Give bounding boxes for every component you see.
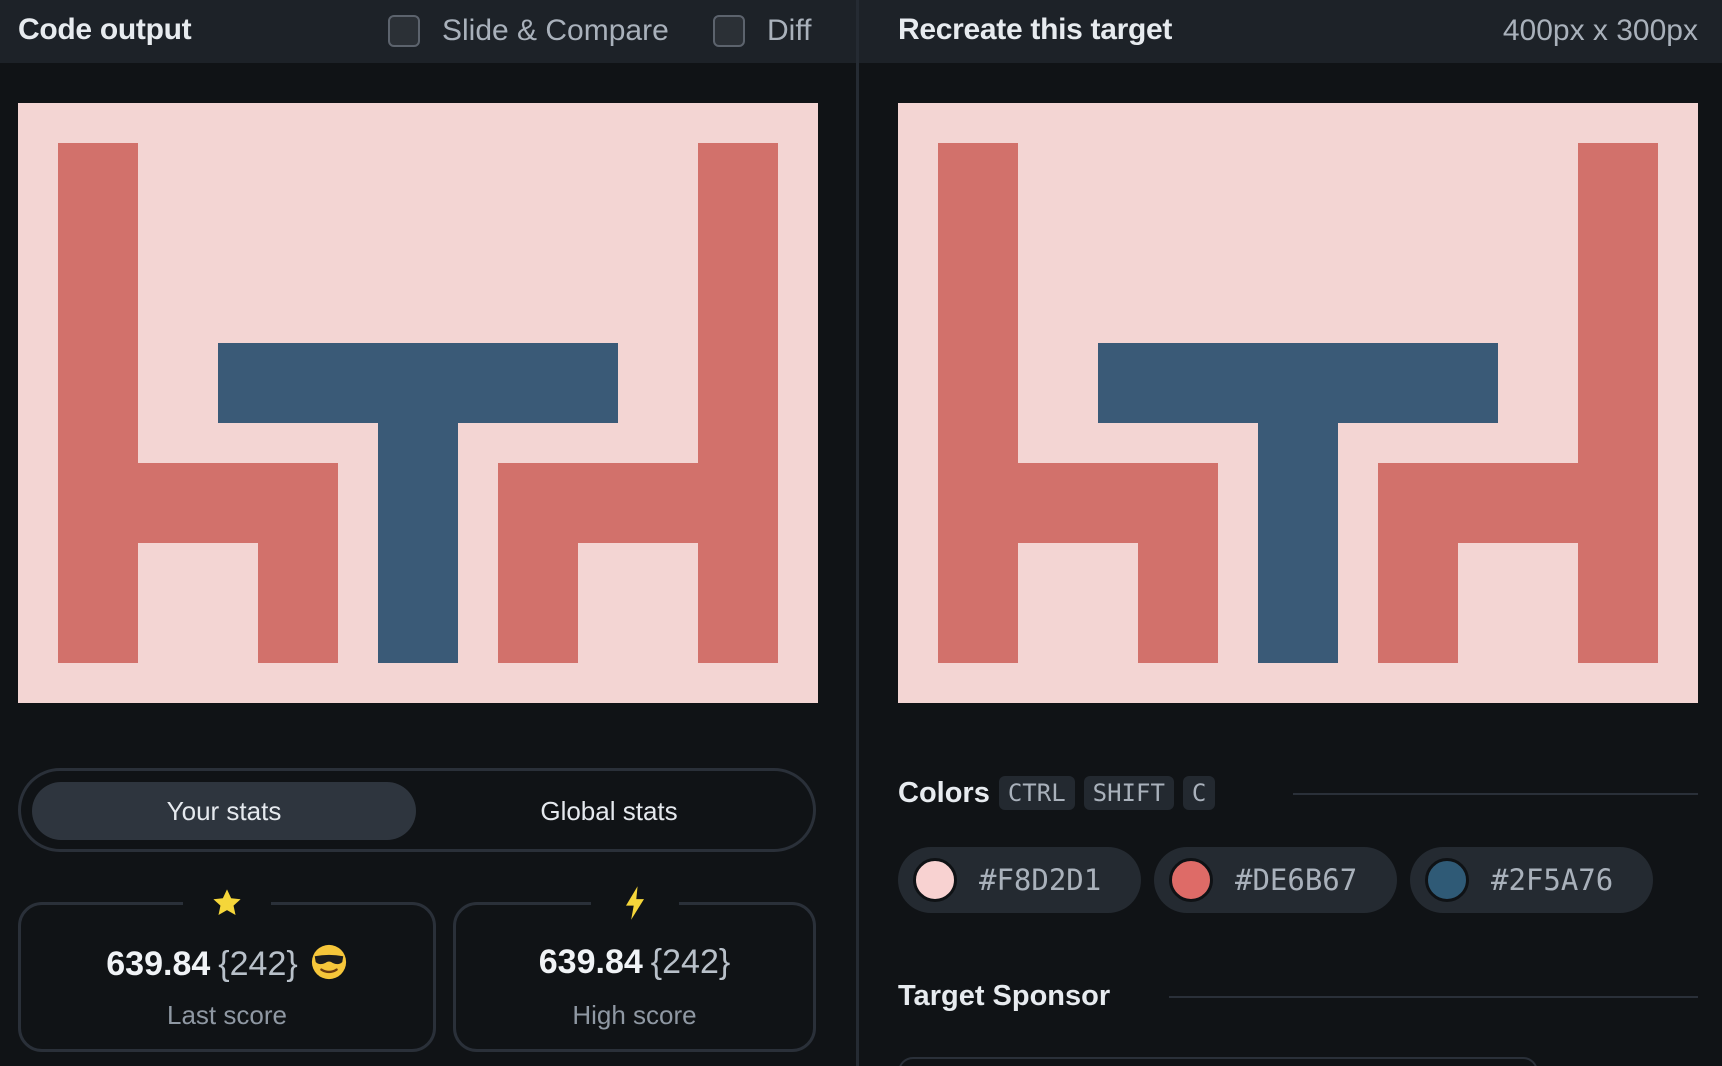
slide-compare-toggle[interactable]: Slide & Compare xyxy=(388,14,669,48)
left-chair-front-leg xyxy=(1138,463,1218,663)
high-score-card: 639.84 {242} High score xyxy=(453,881,816,1052)
color-dot xyxy=(1425,858,1469,902)
shortcut-key-ctrl: CTRL xyxy=(998,776,1075,810)
shortcut-key-shift: SHIFT xyxy=(1083,776,1174,810)
last-score-card: 639.84 {242} Last score xyxy=(18,881,436,1052)
target-panel: Recreate this target 400px x 300px Color… xyxy=(859,0,1722,1066)
right-chair-front-leg xyxy=(498,463,578,663)
last-score-value: 639.84 xyxy=(106,945,211,983)
code-output-title: Code output xyxy=(18,13,192,46)
last-score-row: 639.84 {242} xyxy=(21,943,433,986)
color-swatch[interactable]: #2F5A76 xyxy=(1410,847,1653,913)
last-score-count: {242} xyxy=(218,945,298,983)
colors-heading-row: Colors CTRL SHIFT C xyxy=(898,776,1216,810)
sunglasses-face-icon xyxy=(310,943,348,986)
high-score-count: {242} xyxy=(650,943,731,981)
left-chair-back xyxy=(58,143,138,663)
lightning-icon xyxy=(590,881,679,925)
sponsor-divider xyxy=(1169,996,1698,998)
diff-label: Diff xyxy=(767,14,812,47)
color-dot xyxy=(913,858,957,902)
table-leg xyxy=(1258,343,1338,663)
target-header: Recreate this target 400px x 300px xyxy=(859,0,1722,63)
last-score-caption: Last score xyxy=(167,1000,287,1030)
tab-your-stats[interactable]: Your stats xyxy=(32,782,416,840)
colors-divider xyxy=(1293,793,1698,795)
left-chair-front-leg xyxy=(258,463,338,663)
sponsor-card[interactable] xyxy=(898,1057,1538,1066)
color-swatch-list: #F8D2D1 #DE6B67 #2F5A76 xyxy=(898,847,1666,913)
target-title: Recreate this target xyxy=(898,13,1173,46)
color-dot xyxy=(1169,858,1213,902)
right-chair-back xyxy=(698,143,778,663)
target-dimensions: 400px x 300px xyxy=(1502,14,1698,47)
left-chair-back xyxy=(938,143,1018,663)
diff-toggle[interactable]: Diff xyxy=(713,14,811,48)
color-hex: #2F5A76 xyxy=(1491,863,1614,897)
star-icon xyxy=(183,881,271,925)
colors-heading: Colors xyxy=(898,776,990,809)
code-output-canvas xyxy=(18,103,818,703)
code-output-panel: Code output Slide & Compare Diff Your st… xyxy=(0,0,856,1066)
code-output-header: Code output Slide & Compare Diff xyxy=(0,0,856,63)
color-hex: #F8D2D1 xyxy=(979,863,1102,897)
table-leg xyxy=(378,343,458,663)
high-score-caption: High score xyxy=(572,1000,697,1030)
diff-checkbox[interactable] xyxy=(713,15,745,47)
right-chair-front-leg xyxy=(1378,463,1458,663)
color-hex: #DE6B67 xyxy=(1235,863,1358,897)
target-canvas xyxy=(898,103,1698,703)
target-sponsor-heading: Target Sponsor xyxy=(898,980,1111,1012)
color-swatch[interactable]: #F8D2D1 xyxy=(898,847,1141,913)
color-swatch[interactable]: #DE6B67 xyxy=(1154,847,1397,913)
slide-compare-label: Slide & Compare xyxy=(442,14,669,47)
tab-global-stats[interactable]: Global stats xyxy=(417,782,801,840)
right-chair-back xyxy=(1578,143,1658,663)
high-score-value: 639.84 xyxy=(538,943,643,981)
high-score-row: 639.84 {242} xyxy=(456,943,813,982)
shortcut-key-c: C xyxy=(1182,776,1216,810)
slide-compare-checkbox[interactable] xyxy=(388,15,420,47)
stats-tab-switcher: Your stats Global stats xyxy=(18,768,816,852)
